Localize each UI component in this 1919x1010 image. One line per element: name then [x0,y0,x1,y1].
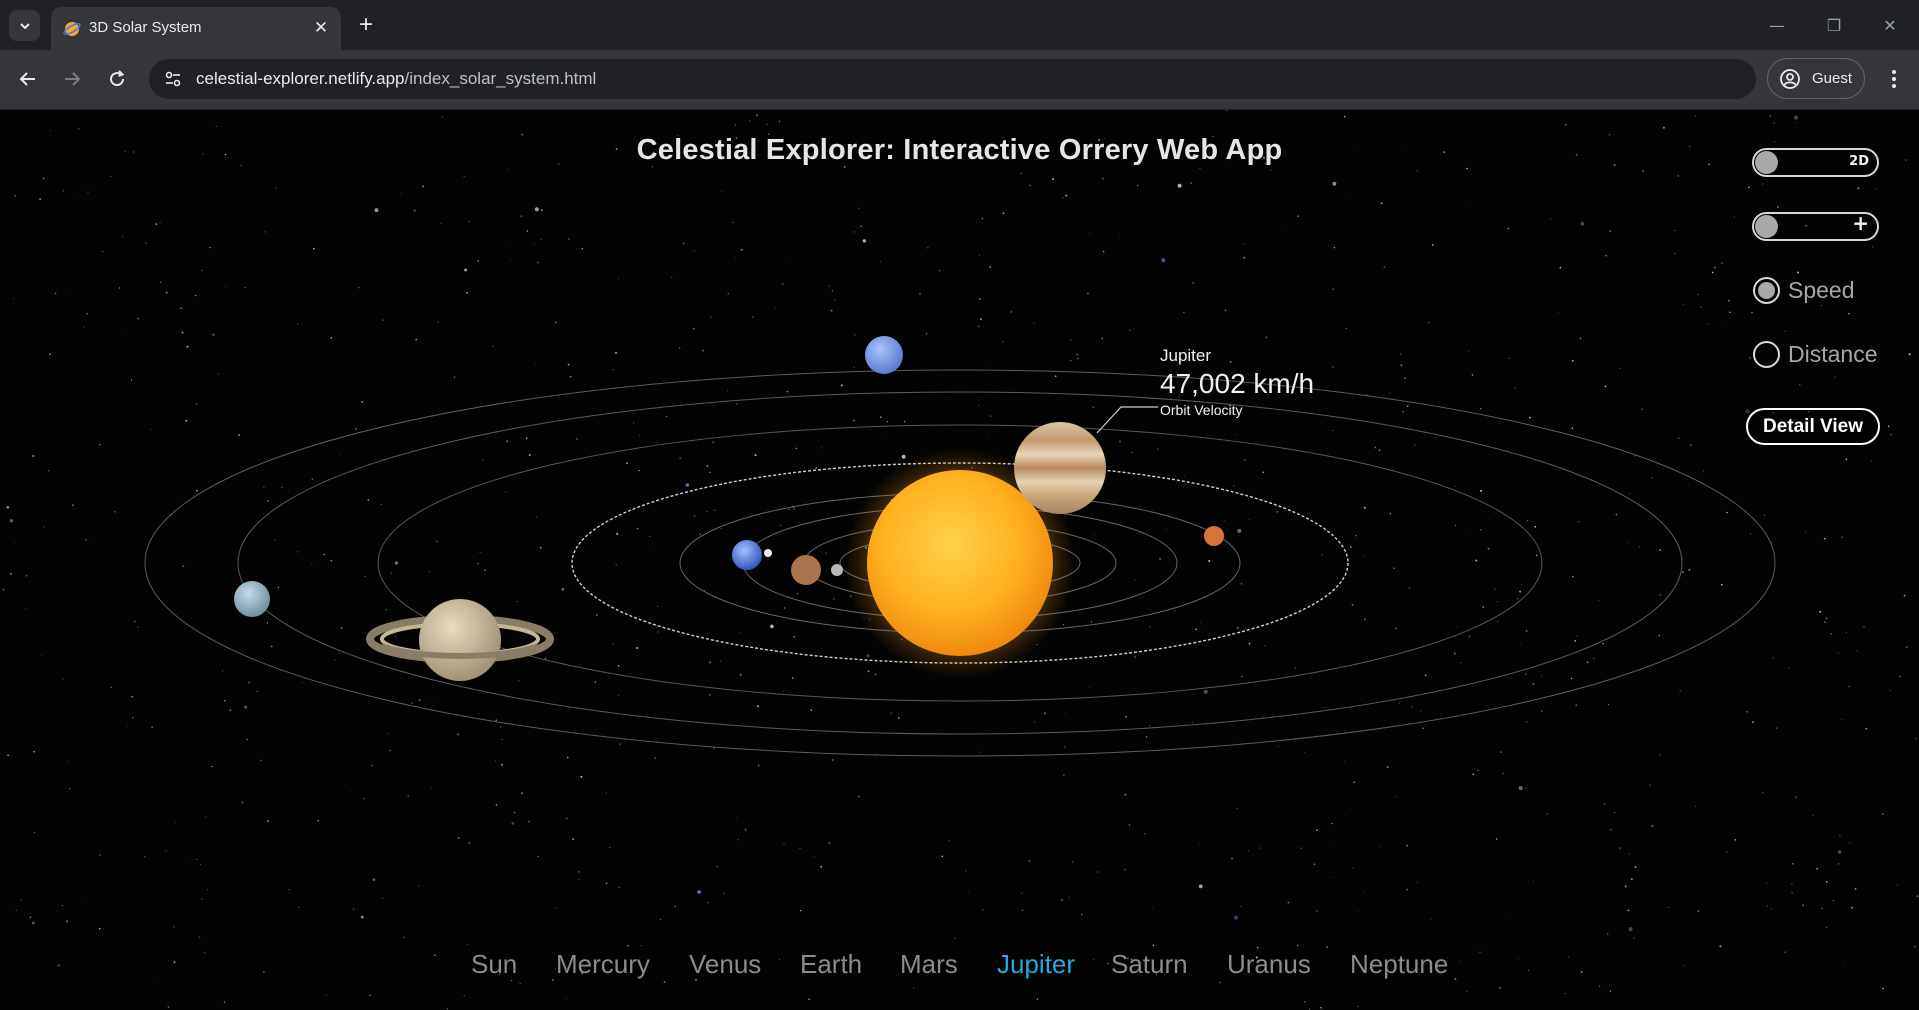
arrow-right-icon [65,72,81,86]
close-icon[interactable]: ✕ [311,18,331,38]
back-button[interactable] [13,64,43,94]
reload-button[interactable] [102,64,132,94]
detail-view-button[interactable]: Detail View [1746,408,1880,445]
uranus-planet[interactable] [234,581,270,617]
profile-label: Guest [1812,70,1853,87]
toggle-knob [1755,215,1778,238]
toggle-knob [1755,151,1778,174]
saturn-planet[interactable] [366,599,554,681]
url-path: /index_solar_system.html [404,69,597,88]
planet-tooltip: Jupiter 47,002 km/h Orbit Velocity [1160,346,1314,418]
radio-circle-selected[interactable] [1753,277,1780,304]
radio-speed-label: Speed [1788,277,1855,303]
profile-icon [1780,69,1800,89]
tab-title: 3D Solar System [89,19,202,36]
orrery-page: Celestial Explorer: Interactive Orrery W… [0,110,1919,1010]
view-mode-toggle[interactable]: 2D [1752,148,1879,177]
planet-nav: Sun Mercury Venus Earth Mars Jupiter Sat… [0,949,1919,985]
arrow-left-icon [19,72,35,86]
radio-circle[interactable] [1753,341,1780,368]
address-bar[interactable]: celestial-explorer.netlify.app/index_sol… [149,59,1756,99]
jupiter-planet[interactable] [1014,422,1106,514]
reload-icon [110,70,125,87]
new-tab-button[interactable]: + [353,11,379,38]
planet-nav-uranus[interactable]: Uranus [1227,949,1311,980]
planet-nav-saturn[interactable]: Saturn [1111,949,1188,980]
radio-speed[interactable]: Speed [1753,277,1855,304]
planet-nav-mars[interactable]: Mars [900,949,958,980]
minimize-icon[interactable]: — [1766,14,1788,36]
url-domain: celestial-explorer.netlify.app [196,69,405,88]
planet-nav-sun[interactable]: Sun [471,949,517,980]
window-close-icon[interactable]: ✕ [1879,14,1901,36]
zoom-toggle[interactable]: + [1752,211,1879,241]
tab-search-button[interactable] [9,10,40,41]
browser-toolbar: celestial-explorer.netlify.app/index_sol… [0,50,1919,110]
earth-planet[interactable] [732,540,762,570]
tooltip-velocity-value: 47,002 km/h [1160,368,1315,399]
moon [764,549,772,557]
solar-system-favicon-icon [63,22,81,36]
radio-distance[interactable]: Distance [1753,341,1877,368]
tooltip-velocity-label: Orbit Velocity [1160,402,1243,418]
forward-button[interactable] [57,64,87,94]
view-mode-label: 2D [1849,154,1869,169]
planet-nav-jupiter[interactable]: Jupiter [997,949,1075,980]
neptune-planet[interactable] [865,336,903,374]
venus-planet[interactable] [791,555,821,585]
plus-icon: + [1852,211,1869,235]
browser-tab-bar: 3D Solar System ✕ + — ❐ ✕ [0,0,1919,50]
restore-icon[interactable]: ❐ [1823,14,1845,36]
app-title: Celestial Explorer: Interactive Orrery W… [636,134,1283,166]
browser-menu-button[interactable] [1880,64,1908,94]
tooltip-planet-name: Jupiter [1160,346,1212,365]
chevron-down-icon [19,22,30,29]
url-text: celestial-explorer.netlify.app/index_sol… [196,69,596,89]
mars-planet[interactable] [1204,526,1224,546]
planet-nav-earth[interactable]: Earth [800,949,862,980]
more-vertical-icon [1892,70,1896,88]
radio-distance-label: Distance [1788,341,1878,367]
planet-nav-neptune[interactable]: Neptune [1350,949,1448,980]
solar-system-scene [144,336,1776,757]
profile-button[interactable]: Guest [1767,58,1865,99]
planet-nav-venus[interactable]: Venus [689,949,761,980]
mercury-planet[interactable] [831,564,843,576]
planet-nav-mercury[interactable]: Mercury [556,949,650,980]
browser-tab[interactable]: 3D Solar System ✕ [51,7,341,50]
site-info-icon[interactable] [163,69,183,89]
